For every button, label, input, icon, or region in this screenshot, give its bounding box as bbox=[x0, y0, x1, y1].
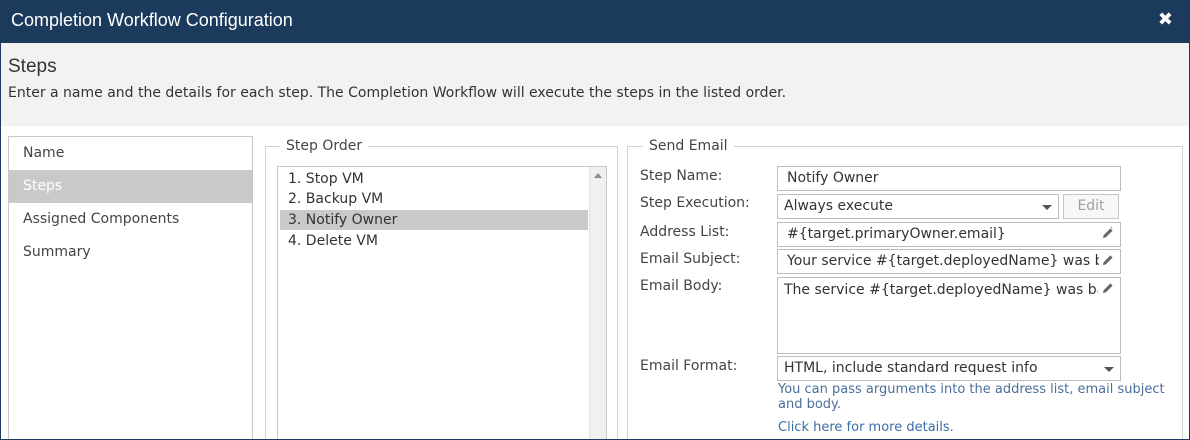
step-order-list[interactable]: 1. Stop VM 2. Backup VM 3. Notify Owner … bbox=[277, 166, 607, 439]
send-email-legend: Send Email bbox=[643, 137, 734, 155]
pencil-icon[interactable] bbox=[1102, 282, 1114, 294]
edit-button[interactable]: Edit bbox=[1063, 194, 1119, 219]
arguments-hint: You can pass arguments into the address … bbox=[778, 382, 1165, 412]
email-body-value: The service #{target.deployedName} was b… bbox=[784, 282, 1098, 298]
list-item[interactable]: 4. Delete VM bbox=[280, 231, 588, 251]
email-body-textarea[interactable]: The service #{target.deployedName} was b… bbox=[777, 277, 1121, 354]
address-list-label: Address List: bbox=[640, 224, 730, 240]
pencil-icon[interactable] bbox=[1102, 227, 1114, 239]
list-item[interactable]: 1. Stop VM bbox=[280, 169, 588, 189]
list-item-selected[interactable]: 3. Notify Owner bbox=[280, 210, 588, 230]
chevron-down-icon bbox=[1042, 205, 1052, 210]
workflow-dialog: Completion Workflow Configuration ✖ Step… bbox=[0, 0, 1190, 440]
step-execution-value: Always execute bbox=[784, 198, 894, 214]
title-bar: Completion Workflow Configuration ✖ bbox=[1, 1, 1189, 43]
step-execution-label: Step Execution: bbox=[640, 195, 750, 211]
page-header: Steps Enter a name and the details for e… bbox=[1, 43, 1189, 126]
nav-item-steps[interactable]: Steps bbox=[9, 170, 252, 203]
nav-item-assigned-components[interactable]: Assigned Components bbox=[9, 203, 252, 236]
step-order-legend: Step Order bbox=[280, 137, 369, 155]
scroll-up-arrow-icon[interactable] bbox=[594, 173, 602, 178]
email-format-select[interactable]: HTML, include standard request info bbox=[777, 356, 1121, 381]
email-subject-label: Email Subject: bbox=[640, 251, 741, 267]
address-list-input[interactable]: #{target.primaryOwner.email} bbox=[777, 222, 1121, 247]
step-name-label: Step Name: bbox=[640, 168, 723, 184]
email-subject-value: Your service #{target.deployedName} was … bbox=[787, 253, 1099, 269]
chevron-down-icon bbox=[1104, 367, 1114, 372]
email-format-value: HTML, include standard request info bbox=[784, 360, 1038, 376]
email-body-label: Email Body: bbox=[640, 278, 723, 294]
step-name-input[interactable]: Notify Owner bbox=[777, 166, 1121, 191]
dialog-title: Completion Workflow Configuration bbox=[11, 10, 293, 30]
more-details-link[interactable]: Click here for more details. bbox=[778, 420, 954, 435]
pencil-icon[interactable] bbox=[1102, 254, 1114, 266]
page-description: Enter a name and the details for each st… bbox=[8, 85, 787, 101]
list-item[interactable]: 2. Backup VM bbox=[280, 189, 588, 209]
address-list-value: #{target.primaryOwner.email} bbox=[787, 226, 1006, 242]
wizard-nav: Name Steps Assigned Components Summary bbox=[8, 136, 253, 439]
step-execution-select[interactable]: Always execute bbox=[777, 194, 1059, 219]
email-subject-input[interactable]: Your service #{target.deployedName} was … bbox=[777, 249, 1121, 274]
step-name-value: Notify Owner bbox=[787, 170, 879, 186]
email-format-label: Email Format: bbox=[640, 358, 738, 374]
nav-item-summary[interactable]: Summary bbox=[9, 236, 252, 269]
close-icon[interactable]: ✖ bbox=[1158, 10, 1173, 30]
list-scrollbar[interactable] bbox=[589, 167, 606, 439]
nav-item-name[interactable]: Name bbox=[9, 137, 252, 170]
page-title: Steps bbox=[8, 56, 57, 77]
